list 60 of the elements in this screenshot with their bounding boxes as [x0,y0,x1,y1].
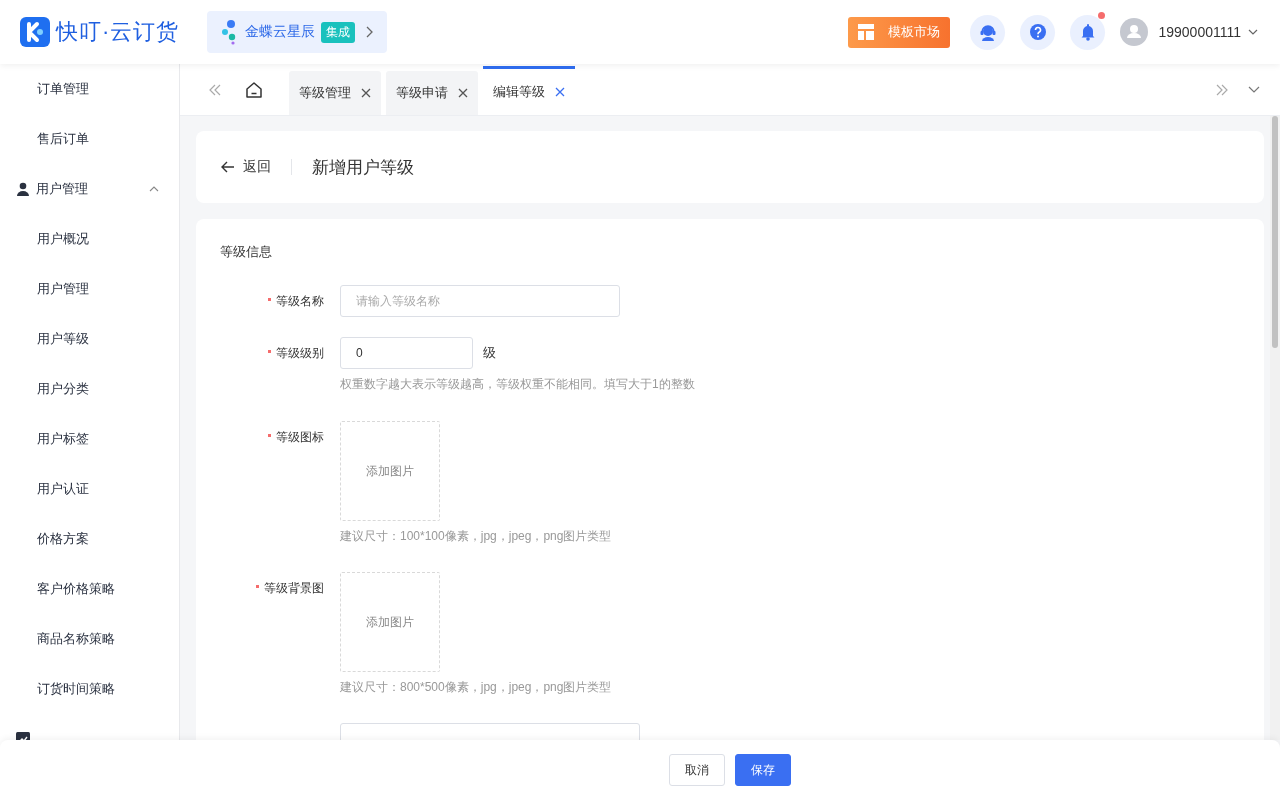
integration-banner[interactable]: 金蝶云星辰 集成 [207,11,388,53]
image-upload[interactable]: 添加图片 [340,421,440,521]
cancel-button[interactable]: 取消 [669,754,725,786]
menu-group-label: 用户管理 [36,180,89,198]
home-icon[interactable] [245,80,263,99]
menu-item[interactable]: 用户分类 [0,364,179,414]
menu-item[interactable]: 客户价格策略 [0,564,179,614]
user-name[interactable]: 19900001111 [1158,24,1241,40]
page-title: 新增用户等级 [312,156,414,179]
integration-name: 金蝶云星辰 [245,23,316,41]
menu-item[interactable]: 订单管理 [0,64,179,114]
integration-badge: 集成 [321,21,356,43]
field-label: 等级背景图 [220,572,324,695]
menu-item[interactable]: 用户管理 [0,264,179,314]
avatar-icon [1120,18,1149,46]
caret-up-icon [149,186,159,192]
save-button[interactable]: 保存 [735,754,791,786]
scrollbar[interactable] [1270,116,1280,740]
text-input[interactable]: 请输入等级名称 [340,285,620,317]
close-icon[interactable] [361,88,371,98]
close-icon[interactable] [555,87,565,97]
field-label: 等级图标 [220,421,324,544]
person-icon [16,182,30,196]
section-title: 等级信息 [220,243,273,261]
menu-item[interactable]: 用户认证 [0,464,179,514]
menu-item[interactable]: 用户标签 [0,414,179,464]
chevron-right-icon [365,26,374,38]
field-hint: 建议尺寸：100*100像素，jpg，jpeg，png图片类型 [340,528,612,544]
menu-item[interactable]: 价格方案 [0,514,179,564]
arrow-left-icon [221,161,235,173]
field-hint: 建议尺寸：800*500像素，jpg，jpeg，png图片类型 [340,679,612,695]
field-label: 等级名称 [220,285,324,317]
menu-item[interactable]: 用户概况 [0,214,179,264]
chevron-down-icon[interactable] [1248,85,1260,94]
menu-item[interactable]: 商品名称策略 [0,614,179,664]
bell-button[interactable] [1070,14,1106,50]
field-label: 等级级别 [220,337,324,392]
layout-icon [858,24,875,40]
image-upload[interactable]: 添加图片 [340,572,440,672]
menu-item[interactable]: 订货时间策略 [0,664,179,714]
field-hint: 权重数字越大表示等级越高，等级权重不能相同。填写大于1的整数 [340,376,695,392]
menu-item[interactable]: 用户等级 [0,314,179,364]
double-right-icon[interactable] [1216,83,1228,96]
tab[interactable]: 等级管理 [289,71,381,115]
help-button[interactable] [1020,14,1056,50]
help-icon [1028,23,1047,41]
scroll-thumb[interactable] [1272,116,1278,348]
close-icon[interactable] [458,88,468,98]
headset-icon [978,23,997,41]
logo-icon [20,17,50,47]
menu-group[interactable]: 用户管理 [0,164,179,214]
number-input[interactable]: 0 [340,337,473,369]
menu-item[interactable]: 售后订单 [0,114,179,164]
double-left-icon[interactable] [209,83,221,96]
app-name: 快叮·云订货 [56,18,180,46]
back-button[interactable]: 返回 [221,159,292,175]
unit-label: 级 [483,344,496,362]
caret-down-icon [1248,29,1258,35]
headset-button[interactable] [970,14,1006,50]
tab[interactable]: 等级申请 [386,71,478,115]
